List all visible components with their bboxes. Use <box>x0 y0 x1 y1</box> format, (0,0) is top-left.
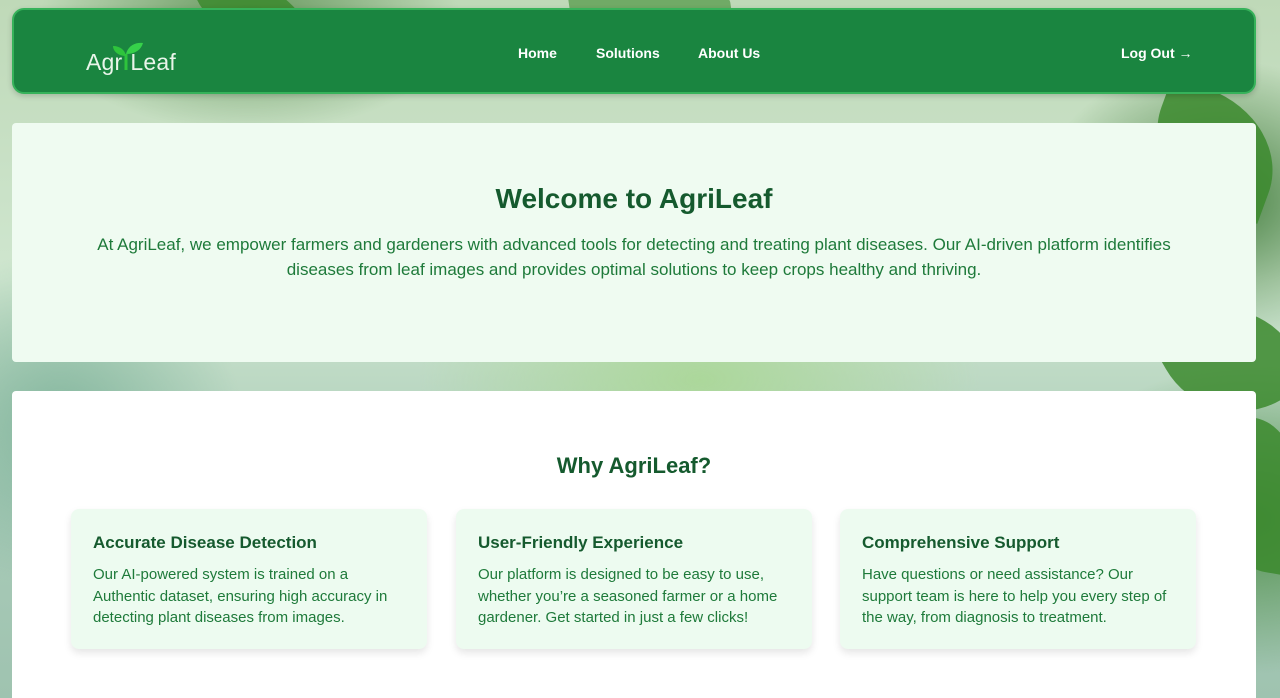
why-section: Why AgriLeaf? Accurate Disease Detection… <box>12 391 1256 698</box>
nav-about-us-link[interactable]: About Us <box>698 45 760 61</box>
hero-title: Welcome to AgriLeaf <box>495 183 773 214</box>
logout-button[interactable]: Log Out → <box>1121 45 1193 61</box>
logo[interactable]: Agr Leaf <box>86 36 176 76</box>
navbar: Agr Leaf Home Solutions About Us Log Out… <box>12 8 1256 94</box>
hero-description: At AgriLeaf, we empower farmers and gard… <box>97 235 1171 279</box>
feature-card-title: Comprehensive Support <box>862 533 1060 552</box>
feature-card-detection: Accurate Disease Detection Our AI-powere… <box>71 509 427 649</box>
hero-section: Welcome to AgriLeaf At AgriLeaf, we empo… <box>12 123 1256 362</box>
feature-card-text: Have questions or need assistance? Our s… <box>862 566 1167 627</box>
sprout-icon <box>113 42 144 76</box>
feature-card-text: Our platform is designed to be easy to u… <box>478 566 778 627</box>
nav-solutions-link[interactable]: Solutions <box>596 45 660 61</box>
nav-home-link[interactable]: Home <box>518 45 557 61</box>
feature-card-title: Accurate Disease Detection <box>93 533 317 552</box>
feature-card-support: Comprehensive Support Have questions or … <box>840 509 1196 649</box>
feature-card-title: User-Friendly Experience <box>478 533 684 552</box>
feature-card-experience: User-Friendly Experience Our platform is… <box>456 509 812 649</box>
why-title: Why AgriLeaf? <box>556 453 712 478</box>
feature-card-text: Our AI-powered system is trained on a Au… <box>93 566 388 627</box>
